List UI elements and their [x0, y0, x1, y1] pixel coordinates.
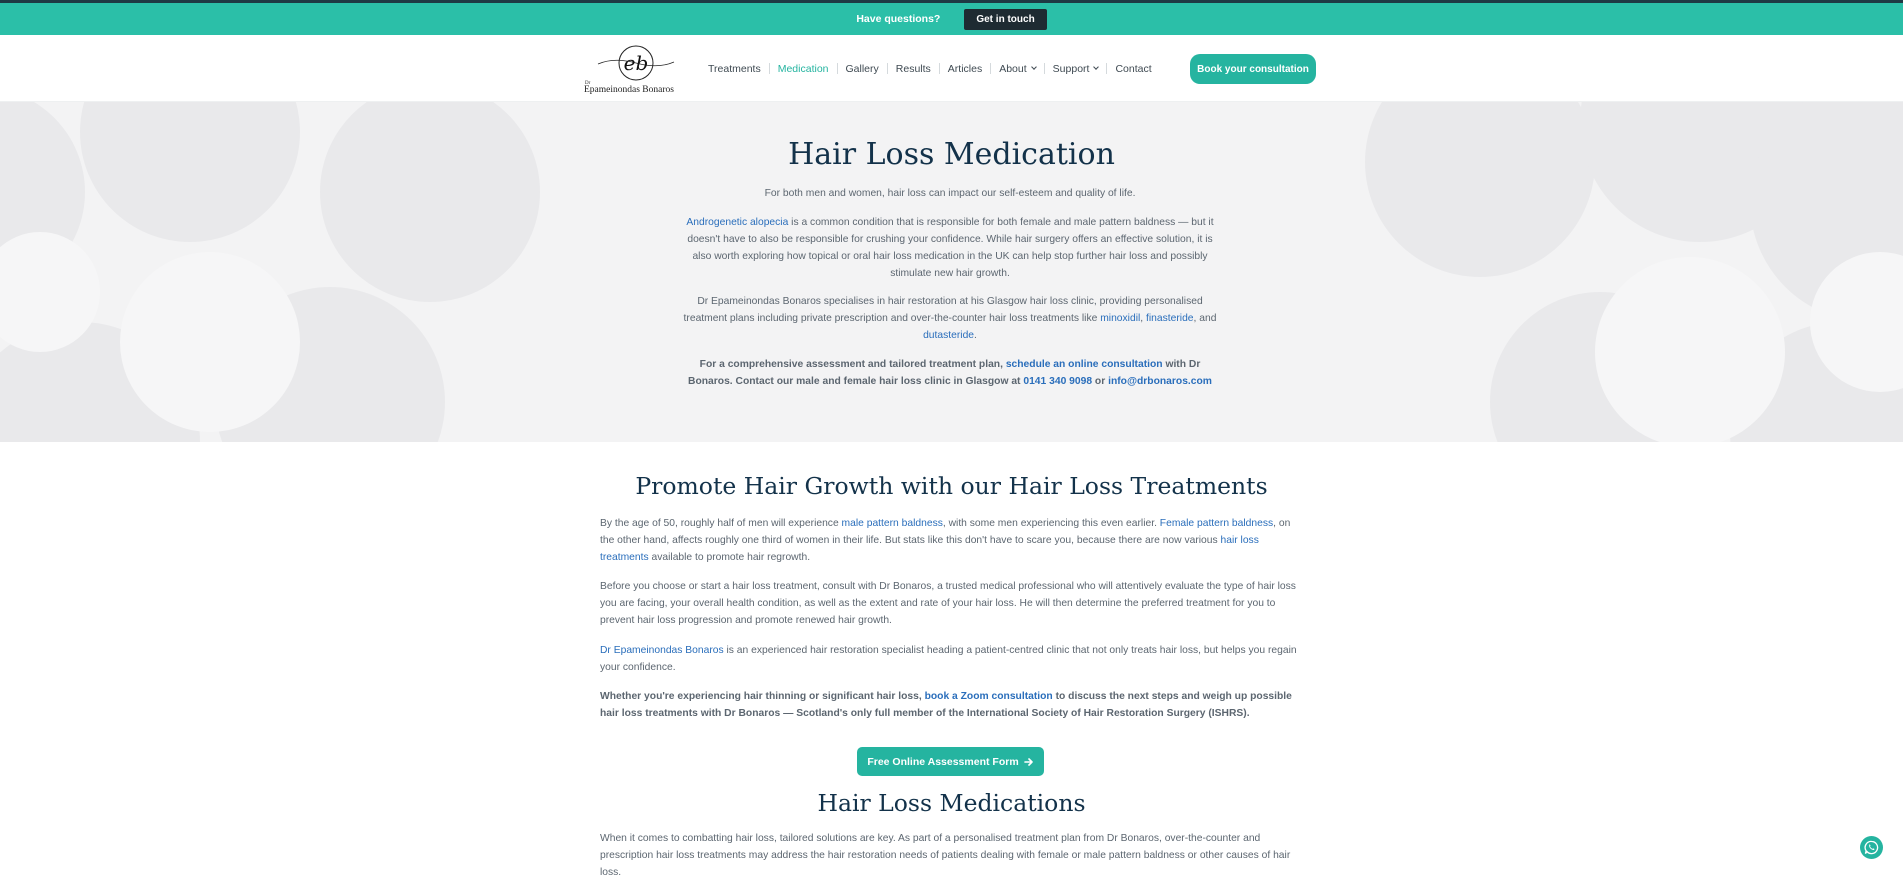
logo-name: Epameinondas Bonaros: [584, 85, 674, 95]
main-nav: Treatments Medication Gallery Results Ar…: [708, 35, 1152, 102]
free-assessment-button[interactable]: Free Online Assessment Form: [857, 747, 1044, 776]
promote-paragraph-4: Whether you're experiencing hair thinnin…: [600, 691, 1292, 719]
hero-paragraph-2: Dr Epameinondas Bonaros specialises in h…: [683, 296, 1217, 341]
page-title: Hair Loss Medication: [788, 137, 1115, 172]
nav-articles[interactable]: Articles: [948, 63, 982, 75]
book-zoom-consultation-link[interactable]: book a Zoom consultation: [925, 691, 1053, 702]
hero-section: Hair Loss Medication For both men and wo…: [0, 102, 1903, 442]
medications-heading: Hair Loss Medications: [817, 789, 1086, 817]
nav-about[interactable]: About: [999, 62, 1037, 75]
nav-medication[interactable]: Medication: [778, 63, 829, 75]
nav-divider: [990, 63, 992, 74]
nav-support[interactable]: Support: [1052, 62, 1100, 75]
female-pattern-baldness-link[interactable]: Female pattern baldness: [1160, 518, 1273, 529]
nav-divider: [768, 63, 770, 74]
nav-treatments[interactable]: Treatments: [708, 63, 761, 75]
svg-text:eb: eb: [624, 51, 649, 75]
hero-paragraph-1: Androgenetic alopecia is a common condit…: [686, 217, 1214, 279]
site-logo[interactable]: eb Dr Epameinondas Bonaros: [584, 43, 688, 95]
dutasteride-link[interactable]: dutasteride: [923, 330, 974, 341]
phone-link[interactable]: 0141 340 9098: [1023, 376, 1092, 387]
nav-gallery[interactable]: Gallery: [846, 63, 879, 75]
male-pattern-baldness-link[interactable]: male pattern baldness: [842, 518, 943, 529]
nav-contact[interactable]: Contact: [1115, 63, 1151, 75]
nav-support-label: Support: [1052, 62, 1090, 75]
hero-subtitle: For both men and women, hair loss can im…: [764, 188, 1136, 199]
get-in-touch-button[interactable]: Get in touch: [964, 8, 1047, 30]
androgenetic-alopecia-link[interactable]: Androgenetic alopecia: [686, 217, 788, 228]
chevron-down-icon: [1093, 64, 1100, 70]
nav-divider: [836, 63, 838, 74]
nav-divider: [1043, 63, 1045, 74]
nav-results[interactable]: Results: [896, 63, 931, 75]
promote-paragraph-3: Dr Epameinondas Bonaros is an experience…: [600, 645, 1297, 673]
whatsapp-button[interactable]: [1860, 836, 1883, 859]
nav-divider: [938, 63, 940, 74]
minoxidil-link[interactable]: minoxidil: [1100, 313, 1140, 324]
nav-about-label: About: [999, 62, 1027, 75]
logo-monogram-icon: eb: [597, 45, 675, 81]
nav-divider: [886, 63, 888, 74]
site-header: eb Dr Epameinondas Bonaros Treatments Me…: [0, 35, 1903, 102]
hero-contact-paragraph: For a comprehensive assessment and tailo…: [688, 359, 1212, 387]
book-consultation-button[interactable]: Book your consultation: [1190, 54, 1316, 84]
finasteride-link[interactable]: finasteride: [1146, 313, 1194, 324]
promote-paragraph-2: Before you choose or start a hair loss t…: [600, 581, 1296, 626]
arrow-right-icon: [1023, 757, 1033, 766]
chevron-down-icon: [1030, 64, 1037, 70]
whatsapp-icon: [1864, 840, 1879, 855]
email-link[interactable]: info@drbonaros.com: [1108, 376, 1212, 387]
schedule-online-consultation-link[interactable]: schedule an online consultation: [1006, 359, 1163, 370]
announcement-bar: Have questions? Get in touch: [0, 0, 1903, 35]
free-assessment-label: Free Online Assessment Form: [867, 755, 1019, 768]
have-questions-text: Have questions?: [856, 13, 941, 25]
nav-divider: [1106, 63, 1108, 74]
promote-paragraph-1: By the age of 50, roughly half of men wi…: [600, 518, 1291, 563]
medications-paragraph-1: When it comes to combatting hair loss, t…: [600, 833, 1291, 878]
dr-bonaros-link[interactable]: Dr Epameinondas Bonaros: [600, 645, 724, 656]
promote-heading: Promote Hair Growth with our Hair Loss T…: [635, 472, 1268, 500]
